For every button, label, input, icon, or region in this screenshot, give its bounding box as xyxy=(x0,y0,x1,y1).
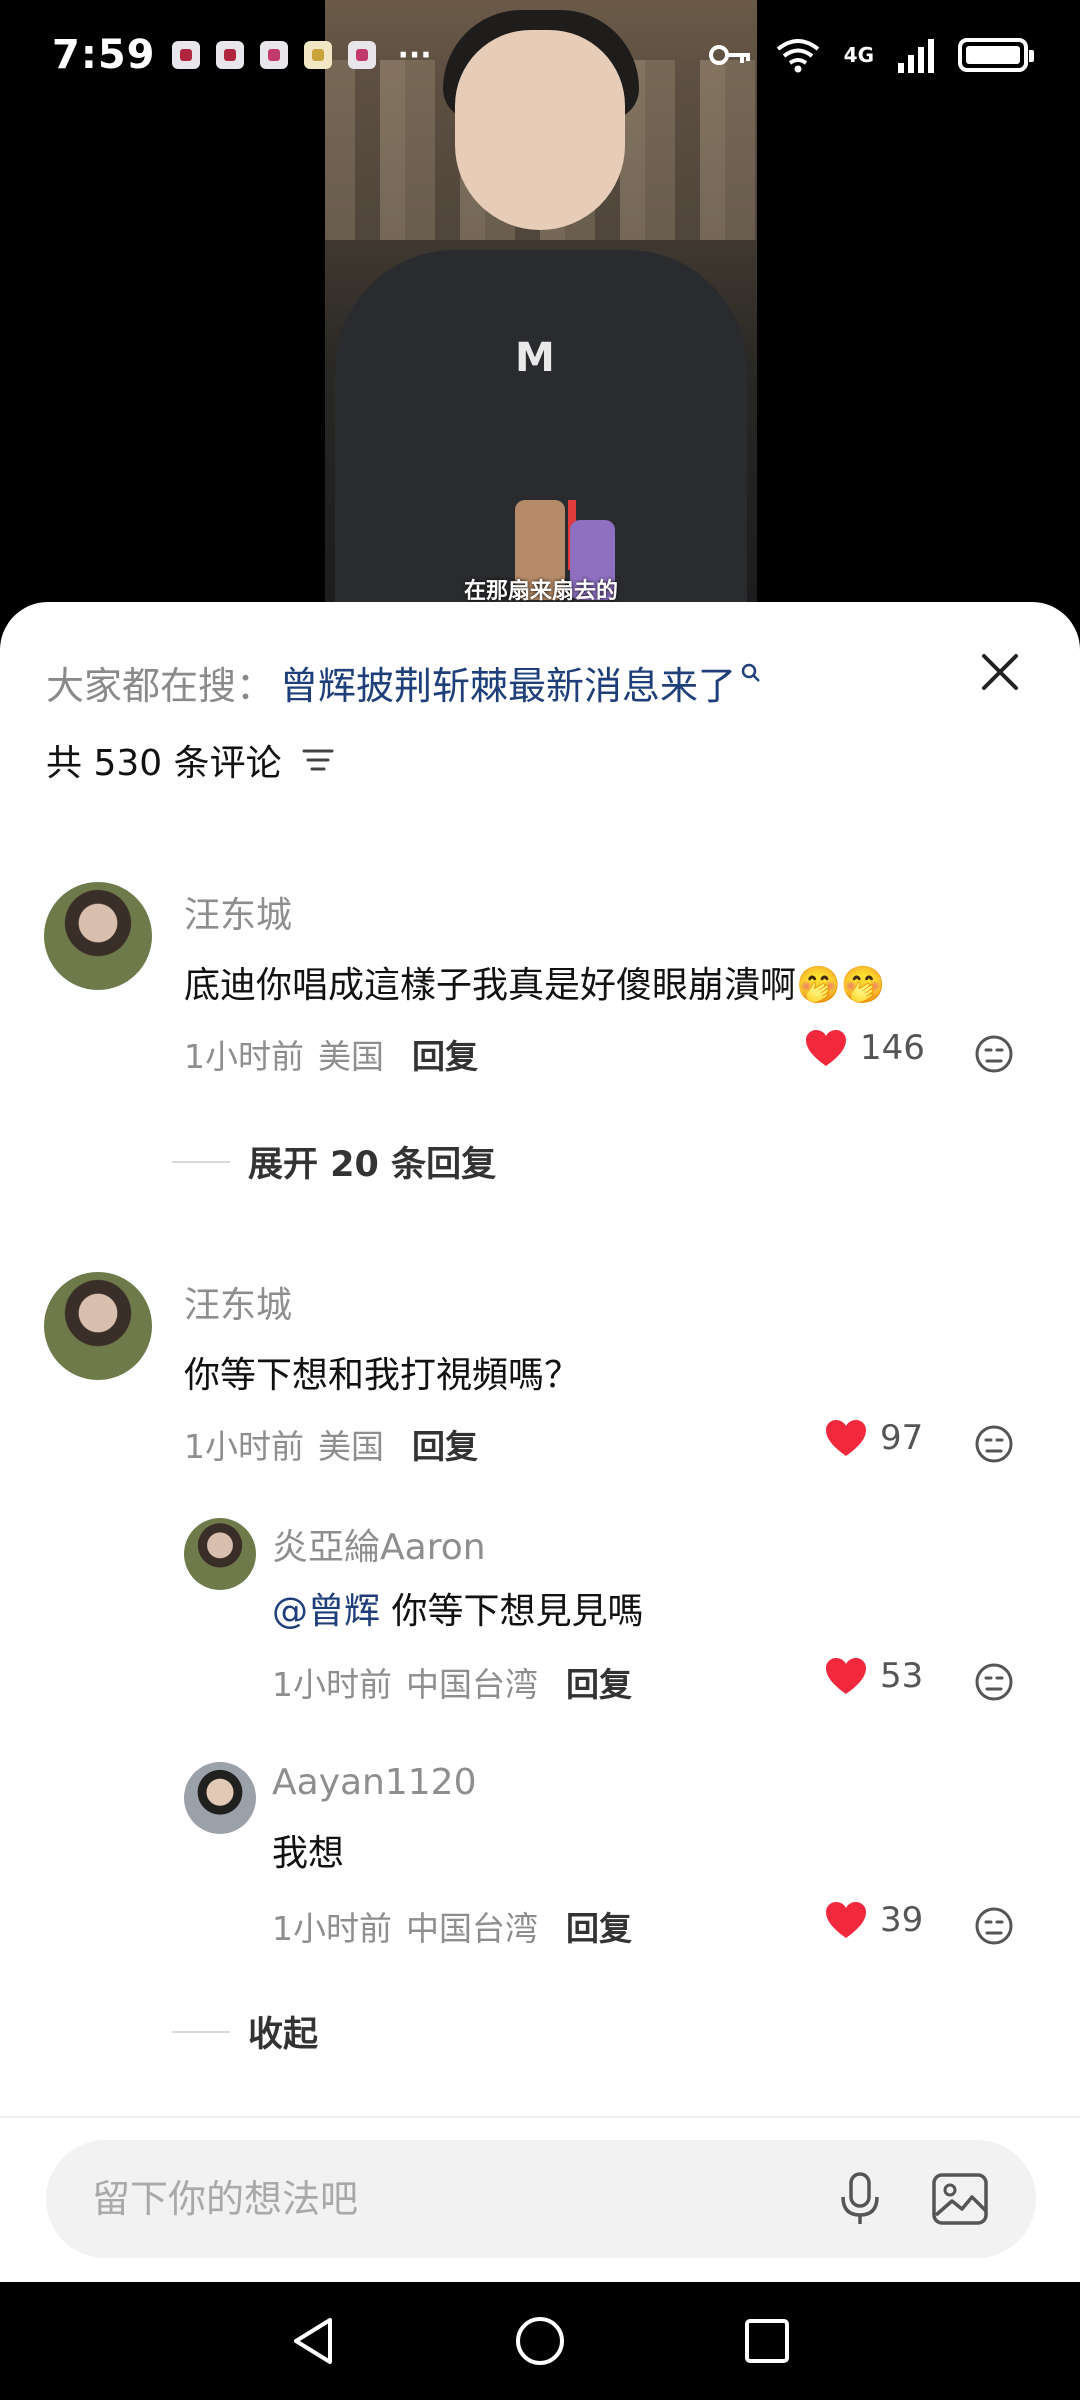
comment-text: 你等下想和我打視頻嗎？ xyxy=(184,1355,581,1396)
divider xyxy=(0,2116,1080,2118)
battery-icon xyxy=(958,38,1034,72)
video-subtitle: 在那扇来扇去的 xyxy=(463,579,618,604)
recents-button[interactable] xyxy=(737,2311,797,2371)
signal-icon xyxy=(898,39,934,73)
trending-search-query[interactable]: 曾辉披荆斩棘最新消息来了 xyxy=(280,655,736,710)
microphone-icon[interactable] xyxy=(836,2171,884,2227)
collapse-replies-button[interactable]: 收起 xyxy=(172,2006,318,2057)
like-button[interactable]: 146 xyxy=(804,1028,925,1068)
reply-text: @曾辉 你等下想見見嗎 xyxy=(272,1591,644,1632)
avatar[interactable] xyxy=(184,1762,256,1834)
comment-input-bar xyxy=(46,2140,1036,2258)
reply-location: 中国台湾 xyxy=(406,1665,538,1704)
comment-meta: 1小时前 美国 回复 xyxy=(184,1420,478,1468)
reply-button[interactable]: 回复 xyxy=(566,1658,632,1706)
notification-app-icon xyxy=(259,41,288,69)
like-count: 97 xyxy=(880,1418,924,1458)
home-button[interactable] xyxy=(510,2311,570,2371)
back-triangle-icon xyxy=(294,2318,333,2364)
system-navigation-bar xyxy=(0,2282,1080,2400)
notification-app-icon xyxy=(171,41,200,69)
search-icon xyxy=(741,663,760,682)
dislike-face-icon[interactable] xyxy=(974,1662,1014,1702)
comment-time: 1小时前 xyxy=(184,1037,304,1076)
shirt-logo: M xyxy=(515,335,555,381)
like-button[interactable]: 39 xyxy=(824,1900,923,1940)
mention-link[interactable]: @曾辉 xyxy=(272,1591,380,1632)
avatar[interactable] xyxy=(44,882,152,990)
comment-username[interactable]: 汪东城 xyxy=(184,1276,292,1328)
status-bar: 7:59 ··· 4G xyxy=(0,0,1080,110)
reply-button[interactable]: 回复 xyxy=(566,1902,632,1950)
reply-time: 1小时前 xyxy=(272,1665,392,1704)
comment-location: 美国 xyxy=(318,1427,384,1466)
reply-meta: 1小时前 中国台湾 回复 xyxy=(272,1902,632,1950)
reply-username[interactable]: Aayan1120 xyxy=(272,1762,477,1803)
dislike-face-icon[interactable] xyxy=(974,1424,1014,1464)
collapse-replies-label: 收起 xyxy=(248,2015,319,2055)
heart-icon xyxy=(806,1030,846,1066)
network-type-label: 4G xyxy=(843,43,874,67)
dislike-face-icon[interactable] xyxy=(974,1034,1014,1074)
reply-button[interactable]: 回复 xyxy=(412,1420,478,1468)
notification-app-icon xyxy=(303,41,332,69)
status-time: 7:59 xyxy=(52,32,156,78)
trending-search-prefix: 大家都在搜： xyxy=(46,663,275,708)
reply-location: 中国台湾 xyxy=(406,1909,538,1948)
comment-username[interactable]: 汪东城 xyxy=(184,886,292,938)
comment-location: 美国 xyxy=(318,1037,384,1076)
heart-icon xyxy=(826,1420,866,1456)
comment-meta: 1小时前 美国 回复 xyxy=(184,1030,478,1078)
back-button[interactable] xyxy=(283,2311,343,2371)
comment-text: 底迪你唱成這樣子我真是好傻眼崩潰啊🤭🤭 xyxy=(184,965,886,1006)
reply-meta: 1小时前 中国台湾 回复 xyxy=(272,1658,632,1706)
status-right: 4G xyxy=(708,37,1034,73)
status-left: 7:59 ··· xyxy=(52,32,432,78)
like-button[interactable]: 53 xyxy=(824,1656,923,1696)
comment-input[interactable] xyxy=(92,2177,836,2221)
like-button[interactable]: 97 xyxy=(824,1418,923,1458)
notification-app-icon xyxy=(347,41,376,69)
avatar[interactable] xyxy=(44,1272,152,1380)
sort-filter-icon[interactable] xyxy=(300,745,336,775)
reply-username[interactable]: 炎亞綸Aaron xyxy=(272,1518,486,1570)
notification-app-icon xyxy=(215,41,244,69)
reply-button[interactable]: 回复 xyxy=(412,1030,478,1078)
close-icon[interactable] xyxy=(976,648,1024,696)
heart-icon xyxy=(826,1902,866,1938)
like-count: 53 xyxy=(880,1656,924,1696)
more-notifications-icon: ··· xyxy=(397,37,432,73)
avatar[interactable] xyxy=(184,1518,256,1590)
like-count: 39 xyxy=(880,1900,924,1940)
reply-time: 1小时前 xyxy=(272,1909,392,1948)
comment-count-row: 共 530 条评论 xyxy=(46,730,336,790)
reply-text: 我想 xyxy=(272,1833,345,1874)
like-count: 146 xyxy=(860,1028,925,1068)
comment-time: 1小时前 xyxy=(184,1427,304,1466)
wifi-icon xyxy=(776,39,819,73)
image-picker-icon[interactable] xyxy=(930,2171,990,2227)
expand-replies-label: 展开 20 条回复 xyxy=(248,1145,497,1185)
trending-search-bar[interactable]: 大家都在搜： 曾辉披荆斩棘最新消息来了 xyxy=(46,652,1034,712)
comment-sheet: 大家都在搜： 曾辉披荆斩棘最新消息来了 共 530 条评论 汪东城 底迪你唱成這… xyxy=(0,602,1080,2282)
home-circle-icon xyxy=(515,2317,564,2365)
recents-square-icon xyxy=(744,2319,789,2363)
comment-count-label: 共 530 条评论 xyxy=(46,743,282,784)
heart-icon xyxy=(826,1658,866,1694)
expand-replies-button[interactable]: 展开 20 条回复 xyxy=(172,1136,496,1187)
dislike-face-icon[interactable] xyxy=(974,1906,1014,1946)
key-icon xyxy=(708,45,750,65)
